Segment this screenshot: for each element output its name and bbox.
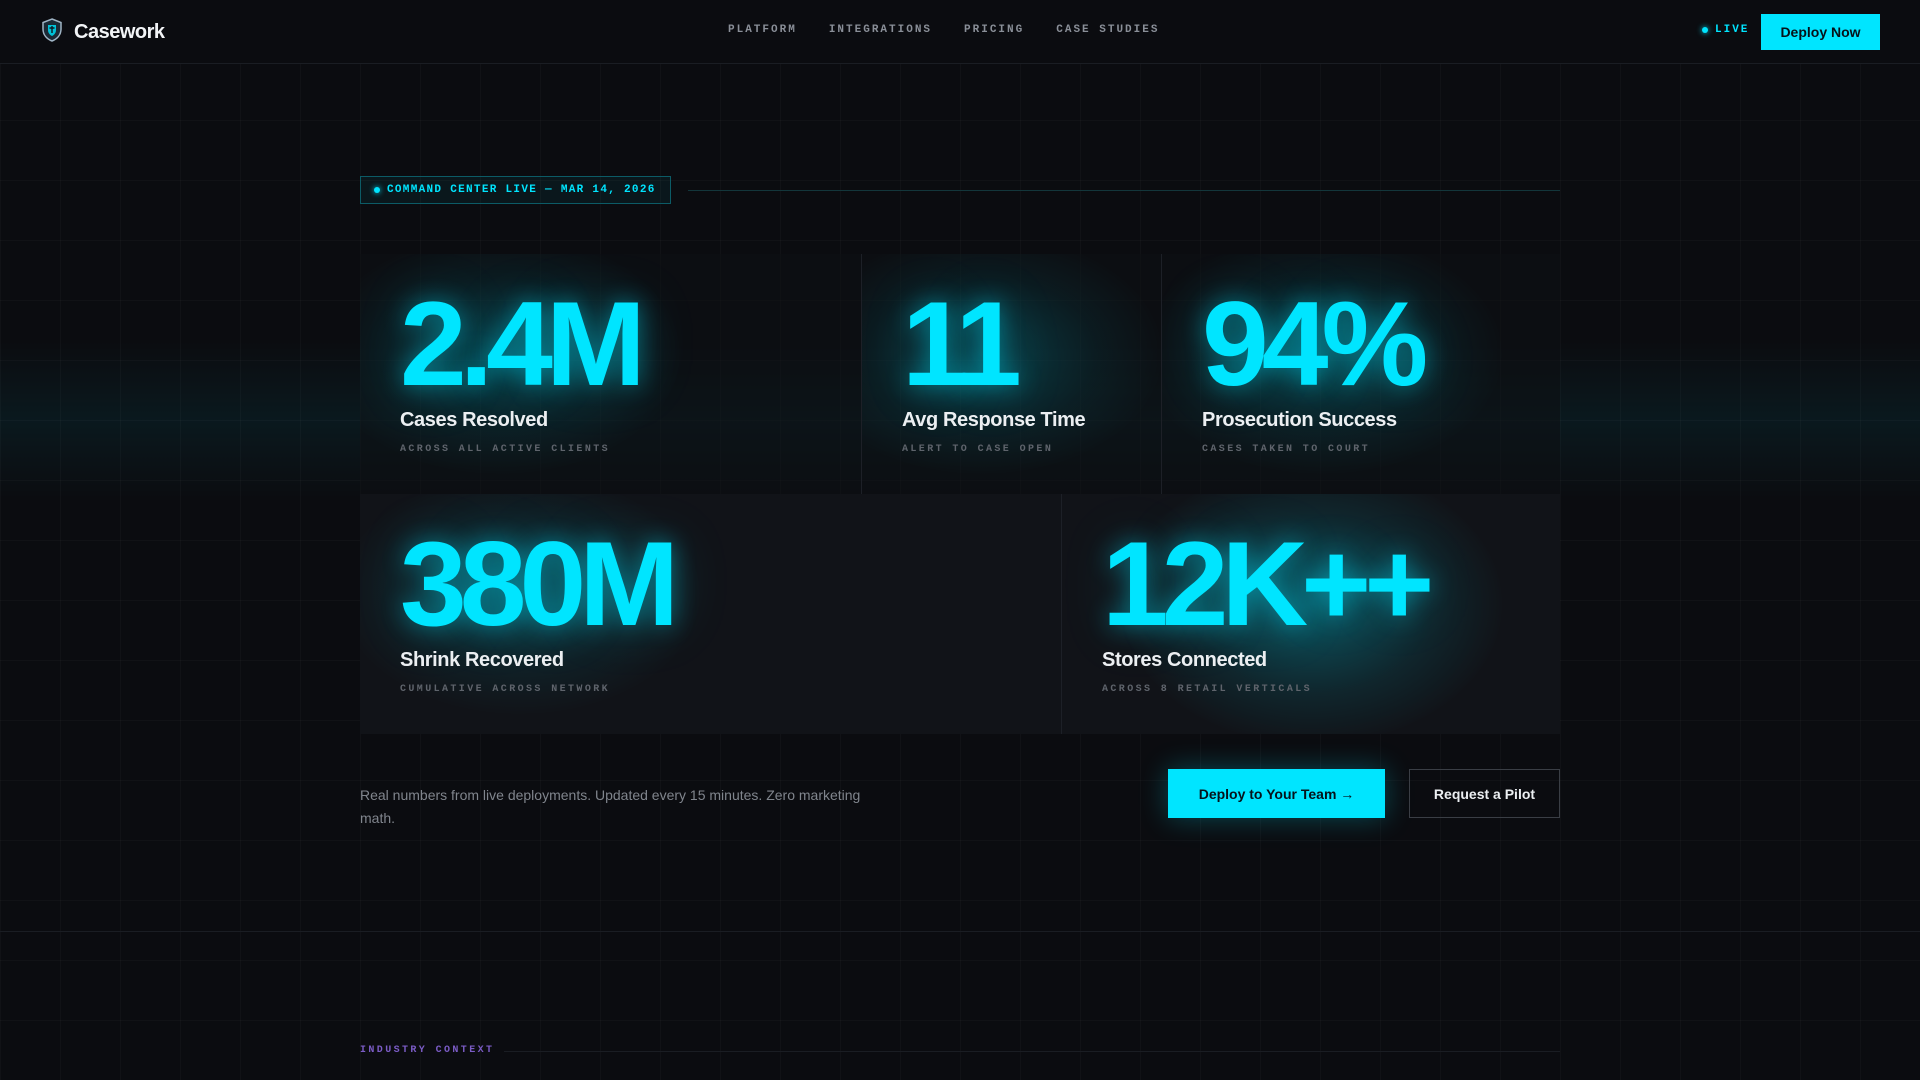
shield-icon xyxy=(42,18,62,47)
status-dot-icon xyxy=(374,187,380,193)
stat-sublabel: ACROSS 8 RETAIL VERTICALS xyxy=(1102,684,1313,695)
stat-label: Stores Connected xyxy=(1102,649,1267,671)
status-badge-text: COMMAND CENTER LIVE — MAR 14, 2026 xyxy=(387,184,656,196)
deploy-to-team-button[interactable]: Deploy to Your Team → xyxy=(1168,769,1385,818)
nav-link-platform[interactable]: PLATFORM xyxy=(728,24,797,36)
nav-link-case-studies[interactable]: CASE STUDIES xyxy=(1056,24,1159,36)
stat-card-avg-response-time: 11 Avg Response Time ALERT TO CASE OPEN xyxy=(862,254,1162,494)
stat-sublabel: CUMULATIVE ACROSS NETWORK xyxy=(400,684,611,695)
live-indicator: LIVE xyxy=(1702,24,1749,36)
stat-sublabel: CASES TAKEN TO COURT xyxy=(1202,444,1371,455)
industry-context-eyebrow: INDUSTRY CONTEXT xyxy=(360,1045,495,1056)
stat-label: Avg Response Time xyxy=(902,409,1086,431)
industry-context-rule xyxy=(504,1051,1560,1052)
nav-link-pricing[interactable]: PRICING xyxy=(964,24,1024,36)
section-divider xyxy=(0,931,1920,932)
stat-label: Cases Resolved xyxy=(400,409,548,431)
badge-divider xyxy=(688,190,1560,191)
brand-name: Casework xyxy=(74,21,165,43)
stat-value: 94% xyxy=(1202,277,1428,411)
stat-value: 2.4M xyxy=(400,277,646,411)
stats-row-bottom: 380M Shrink Recovered CUMULATIVE ACROSS … xyxy=(360,494,1560,734)
stat-card-shrink-recovered: 380M Shrink Recovered CUMULATIVE ACROSS … xyxy=(360,494,1062,734)
live-label: LIVE xyxy=(1715,24,1750,36)
stats-footnote: Real numbers from live deployments. Upda… xyxy=(360,787,861,826)
stat-label: Prosecution Success xyxy=(1202,409,1397,431)
stat-sublabel: ALERT TO CASE OPEN xyxy=(902,444,1054,455)
status-badge: COMMAND CENTER LIVE — MAR 14, 2026 xyxy=(360,176,671,204)
stats-grid: 2.4M Cases Resolved ACROSS ALL ACTIVE CL… xyxy=(360,254,1560,734)
stat-card-cases-resolved: 2.4M Cases Resolved ACROSS ALL ACTIVE CL… xyxy=(360,254,862,494)
stat-card-stores-connected: 12K++ Stores Connected ACROSS 8 RETAIL V… xyxy=(1062,494,1560,734)
stat-value: 380M xyxy=(400,517,679,651)
deploy-now-button[interactable]: Deploy Now xyxy=(1761,14,1880,50)
stat-label: Shrink Recovered xyxy=(400,649,564,671)
top-nav: Casework PLATFORM INTEGRATIONS PRICING C… xyxy=(0,0,1920,64)
stat-value: 12K++ xyxy=(1102,517,1434,651)
stats-row-top: 2.4M Cases Resolved ACROSS ALL ACTIVE CL… xyxy=(360,254,1560,494)
stat-sublabel: ACROSS ALL ACTIVE CLIENTS xyxy=(400,444,611,455)
brand[interactable]: Casework xyxy=(42,18,165,47)
stat-card-prosecution-success: 94% Prosecution Success CASES TAKEN TO C… xyxy=(1162,254,1560,494)
request-pilot-button[interactable]: Request a Pilot xyxy=(1409,769,1560,818)
stat-value: 11 xyxy=(902,277,1022,411)
nav-links: PLATFORM INTEGRATIONS PRICING CASE STUDI… xyxy=(728,24,1159,36)
live-dot-icon xyxy=(1702,27,1708,33)
nav-link-integrations[interactable]: INTEGRATIONS xyxy=(829,24,932,36)
